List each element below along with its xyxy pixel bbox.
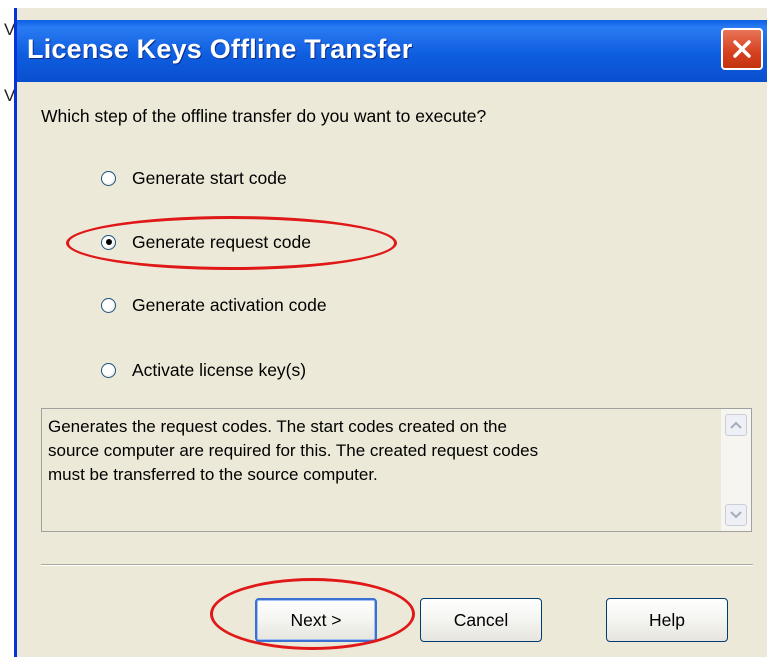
title-bar[interactable]: License Keys Offline Transfer: [17, 20, 767, 82]
option-label: Generate start code: [132, 167, 287, 188]
separator-line: [41, 564, 753, 566]
help-button[interactable]: Help: [606, 598, 728, 642]
option-label: Activate license key(s): [132, 359, 307, 380]
close-button[interactable]: [721, 28, 763, 70]
radio-button[interactable]: [101, 362, 116, 378]
option-generate-activation-code[interactable]: Generate activation code: [101, 292, 327, 318]
highlight-ellipse: [210, 578, 415, 650]
step-question: Which step of the offline transfer do yo…: [41, 106, 487, 126]
scroll-down-icon: [730, 511, 742, 519]
highlight-ellipse: [66, 216, 397, 270]
cancel-button[interactable]: Cancel: [420, 598, 542, 642]
radio-button[interactable]: [101, 170, 116, 186]
window-title: License Keys Offline Transfer: [27, 34, 413, 64]
radio-button[interactable]: [101, 297, 116, 313]
option-label: Generate activation code: [132, 294, 327, 315]
scroll-up-button[interactable]: [725, 414, 747, 436]
description-textarea[interactable]: Generates the request codes. The start c…: [41, 408, 752, 532]
option-activate-license-keys[interactable]: Activate license key(s): [101, 357, 306, 383]
description-text: Generates the request codes. The start c…: [48, 417, 539, 484]
scroll-up-icon: [730, 421, 742, 429]
vertical-scrollbar[interactable]: [721, 409, 751, 531]
scroll-down-button[interactable]: [725, 504, 747, 526]
close-icon: [733, 40, 751, 58]
option-generate-start-code[interactable]: Generate start code: [101, 165, 287, 191]
offline-transfer-dialog: License Keys Offline Transfer Which step…: [14, 8, 767, 657]
